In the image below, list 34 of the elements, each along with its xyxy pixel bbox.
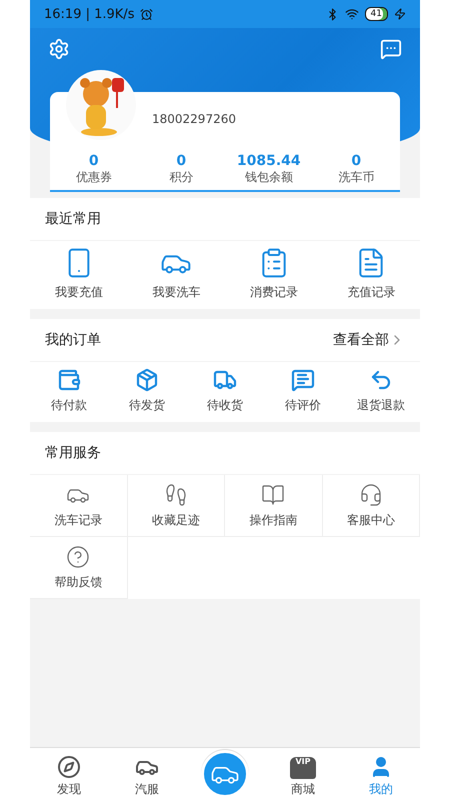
stat-value: 0 — [351, 153, 362, 169]
shortcut-item[interactable]: 我要充值 — [30, 247, 128, 301]
service-item[interactable]: 操作指南 — [225, 475, 322, 537]
shortcut-item[interactable]: 我要洗车 — [128, 247, 225, 301]
nav-tab[interactable]: VIP 商城 — [264, 748, 342, 800]
service-item[interactable]: 洗车记录 — [30, 475, 128, 537]
stat-value: 0 — [88, 153, 99, 169]
stat-label: 优惠券 — [76, 169, 112, 186]
nav-tab[interactable]: 发现 — [30, 748, 108, 800]
service-item[interactable]: 收藏足迹 — [128, 475, 225, 537]
phone-number: 18002297260 — [152, 112, 236, 126]
section-title: 常用服务 — [45, 444, 101, 462]
service-item[interactable]: 客服中心 — [322, 475, 420, 537]
section-title: 最近常用 — [45, 210, 101, 228]
order-status-item[interactable]: 退货退款 — [342, 368, 420, 414]
stat-label: 积分 — [169, 169, 194, 186]
status-time: 16:19 | 1.9K/s — [44, 6, 134, 22]
stat-label: 钱包余额 — [244, 169, 293, 186]
order-status-item[interactable]: 待收货 — [186, 368, 264, 414]
stat-value: 0 — [176, 153, 186, 169]
nav-tab[interactable]: 汽服 — [108, 748, 186, 800]
nav-tab[interactable]: 我的 — [342, 748, 420, 800]
shop-icon: VIP — [290, 757, 316, 779]
shortcut-item[interactable]: 充值记录 — [322, 247, 420, 301]
order-status-item[interactable]: 待发货 — [108, 368, 186, 414]
view-all-link[interactable]: 查看全部 — [333, 331, 405, 349]
order-status-item[interactable]: 待评价 — [264, 368, 342, 414]
order-status-item[interactable]: 待付款 — [30, 368, 108, 414]
section-title: 我的订单 — [45, 331, 101, 349]
battery-level: 41 — [364, 7, 388, 21]
stat-label: 洗车币 — [338, 169, 374, 186]
shortcut-item[interactable]: 消费记录 — [225, 247, 322, 301]
service-item[interactable]: 帮助反馈 — [30, 537, 128, 599]
stat-value: 1085.44 — [236, 153, 301, 169]
